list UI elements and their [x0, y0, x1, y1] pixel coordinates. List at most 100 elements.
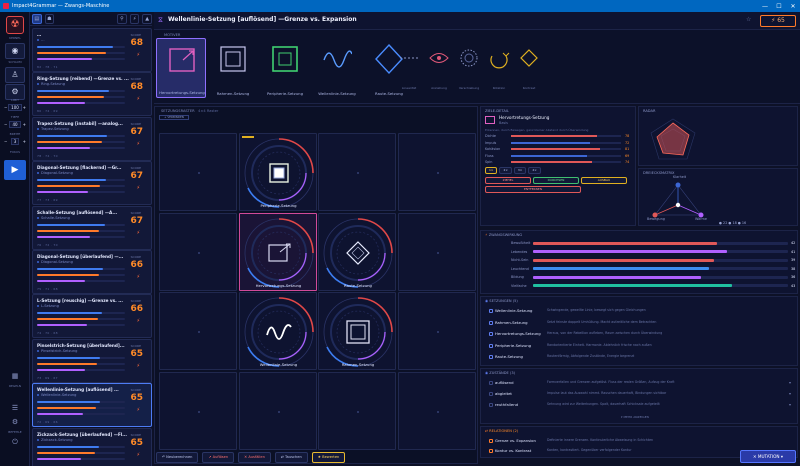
setzung-ring-icon — [244, 217, 314, 288]
grid-cell[interactable] — [397, 371, 476, 450]
list-item[interactable]: Schalle-Setzung [auflösend] —A... Schalle… — [32, 205, 152, 250]
kernel-button[interactable]: ◉ — [5, 43, 25, 59]
setzung-ring-icon — [244, 138, 314, 208]
palette-item-label: Hervortretungs-Setzung — [159, 90, 205, 95]
empty-slot — [357, 172, 359, 174]
grid-icon[interactable]: ▦ — [9, 372, 21, 380]
filter-icon[interactable]: ⚲ — [117, 13, 127, 24]
impact-label: Vielfache — [511, 283, 527, 288]
card-title: … — [37, 32, 42, 37]
warning-icon[interactable]: ▲ — [142, 13, 152, 24]
list-item[interactable]: L-Setzung [reuschig] —Grenze vs. ... L-Se… — [32, 294, 152, 339]
energy-badge[interactable]: ⚡ 65 — [760, 15, 796, 27]
minimize-button[interactable]: — — [758, 3, 772, 10]
bookmark-icon[interactable]: ☗ — [44, 13, 55, 24]
grid-cell[interactable]: Rahmen-Setzung — [318, 292, 396, 370]
grid-cell[interactable] — [397, 292, 476, 370]
palette-item-rahmen[interactable]: Rahmen-Setzung — [208, 38, 258, 98]
tiefe-stepper[interactable]: −40 + — [4, 120, 26, 128]
star-icon[interactable]: ☆ — [746, 16, 751, 23]
mutation-button[interactable]: ✕ MUTATION ▾ — [740, 450, 796, 463]
tab-3x[interactable]: 3× — [513, 167, 527, 174]
tab-2x[interactable]: 2× — [499, 167, 512, 174]
grid-cell[interactable] — [318, 371, 396, 450]
impact-bar — [533, 258, 788, 262]
connect-button[interactable]: + VERBINDEN — [159, 115, 189, 120]
action-entfernen[interactable]: ENTFERNEN — [485, 186, 581, 193]
score-label: SCORE — [130, 121, 141, 126]
chevron-icon[interactable]: ▾ — [789, 380, 791, 385]
impact-bar — [533, 284, 788, 287]
grid-cell[interactable]: Wellenlinie-Setzung — [238, 292, 317, 370]
relation-row[interactable]: Grenze vs. Expansion Definierte innere Gr… — [489, 437, 799, 447]
grid-cell[interactable] — [159, 212, 237, 291]
bar — [37, 179, 125, 182]
chevron-icon[interactable]: ▾ — [789, 391, 791, 396]
action-ausbau[interactable]: AUSBAU — [581, 177, 627, 184]
zustand-row[interactable]: abgleitet Impulse laut das Auswahl nimmt.… — [489, 390, 799, 400]
empty-slot — [436, 410, 439, 413]
setzung-row[interactable]: Peripherie-Setzung Randorientierte Einhei… — [489, 342, 799, 352]
setzung-row[interactable]: Hervortretungs-Setzung Heraus, von der Re… — [489, 330, 799, 340]
window-title: Impact4Grammar — Zwangs-Maschine — [12, 3, 110, 9]
empty-slot — [436, 172, 439, 174]
action-ziehel[interactable]: ZIEHEL — [485, 177, 531, 184]
zustand-row[interactable]: reuthfallend Sehnung wird zur Weiterkunge… — [489, 401, 799, 411]
rate-button[interactable]: ★ Bewerten — [311, 451, 346, 463]
precipitate-button[interactable]: ✕ Ausfällen — [238, 451, 271, 463]
bar — [37, 413, 125, 416]
show-more-button[interactable]: ▾ MEHR ANZEIGEN — [621, 415, 649, 419]
logo-icon: ☢ — [6, 16, 24, 34]
list-item[interactable]: Wellenlinie-Setzung [auflösend] ... Welle… — [32, 383, 152, 428]
detail-shape-icon — [485, 116, 495, 124]
breite-stepper[interactable]: −3 + — [4, 137, 26, 145]
grid-cell[interactable]: Hervortretungs-Setzung — [238, 212, 317, 291]
grid-cell[interactable] — [397, 212, 476, 291]
grid-cell[interactable] — [159, 133, 237, 211]
palette-item-hervortretung[interactable]: Hervortretungs-Setzung — [156, 38, 206, 98]
run-button[interactable]: ▶ — [4, 160, 26, 180]
maximize-button[interactable]: ☐ — [772, 3, 786, 10]
list-item[interactable]: Pinselstrich-Setzung [überlaufend]... Pin… — [32, 338, 152, 383]
dissolve-button[interactable]: ↗ Auflösen — [202, 451, 235, 463]
list-item[interactable]: Ring-Setzung [reibend] —Grenze vs. ... Ri… — [32, 72, 152, 117]
list-item[interactable]: Diagonal-Setzung [flackernd] —Gr... Diago… — [32, 161, 152, 206]
chevron-icon[interactable]: ▾ — [789, 402, 791, 407]
palette-item-peripherie[interactable]: Peripherie-Setzung — [260, 38, 310, 98]
zustand-row[interactable]: auflösend Formverfallen und Grenzen aufge… — [489, 379, 799, 389]
detail-desc: Erkennen, durch Bewegen, ganz kleiner Ab… — [485, 128, 589, 132]
card-title: L-Setzung [reuschig] —Grenze vs. ... — [37, 298, 123, 304]
tab-4x[interactable]: 4× — [528, 167, 541, 174]
panel-header: DREIECKSMATRIX — [643, 171, 675, 175]
limit-stepper[interactable]: −100 + — [4, 103, 26, 111]
bolt-icon[interactable]: ⚡ — [129, 13, 140, 24]
palette-item-wellenlinie[interactable]: Wellenlinie-Setzung — [312, 38, 362, 98]
list-item[interactable]: Diagonal-Setzung [überlaufend] —... Diago… — [32, 250, 152, 294]
power-icon[interactable]: ⏻ — [9, 438, 21, 447]
list-item[interactable]: Trapez-Setzung [instabil] —analog... Trap… — [32, 116, 152, 161]
grid-cell[interactable] — [318, 133, 396, 211]
setzung-row[interactable]: Raute-Setzung Rautenförmig, Abfolgende Zu… — [489, 353, 799, 363]
settings-icon[interactable]: ⚙ — [9, 418, 21, 426]
grid-cell[interactable] — [159, 371, 237, 450]
list-icon[interactable]: ☰ — [9, 404, 21, 412]
close-button[interactable]: ✕ — [786, 3, 800, 10]
grid-cell[interactable]: Peripherie-Setzung — [238, 133, 317, 211]
swap-button[interactable]: ⇄ Tauschen — [274, 451, 308, 463]
schaum-button[interactable]: ♙ — [5, 67, 25, 83]
grid-cell[interactable] — [238, 371, 317, 450]
grid-cell[interactable] — [159, 292, 237, 370]
tab-1x[interactable]: 1× — [485, 167, 498, 174]
empty-slot — [436, 331, 439, 333]
palette-item-kontrast[interactable]: Kontrast — [514, 44, 544, 94]
grid-cell[interactable]: Raute-Setzung — [318, 212, 396, 291]
list-item[interactable]: Zickzack-Setzung [überlaufend] —Fl... Zic… — [32, 427, 152, 466]
list-view-icon[interactable]: ▤ — [32, 13, 42, 24]
setzung-row[interactable]: Rahmen-Setzung Setzt feinste doppelt Umhü… — [489, 319, 799, 329]
recompute-button[interactable]: ↶ Neuberechnen — [156, 451, 199, 463]
action-durchsen[interactable]: DURCHSEN — [533, 177, 579, 184]
shape-icon — [489, 320, 493, 325]
setzung-row[interactable]: Wellenlinie-Setzung Schwingende, gewellte… — [489, 307, 799, 317]
grid-cell[interactable] — [397, 133, 476, 211]
list-item[interactable]: …… SCORE 68 ⚡ 82 · 78 · 71 — [32, 28, 152, 72]
